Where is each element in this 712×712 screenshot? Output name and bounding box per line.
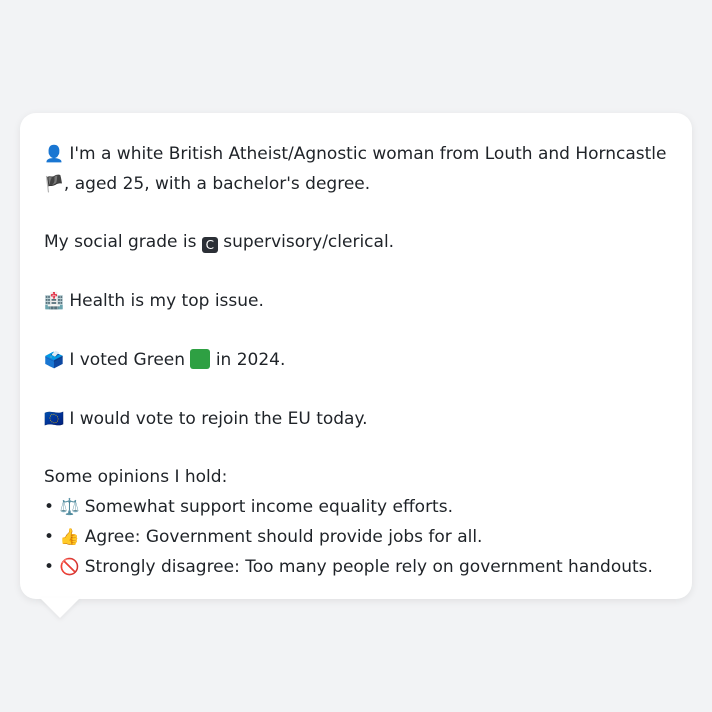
person-icon: 👤 <box>44 144 64 163</box>
hospital-icon: 🏥 <box>44 291 64 310</box>
opinion-text: Agree: Government should provide jobs fo… <box>79 527 483 547</box>
grade-prefix: My social grade is <box>44 232 202 252</box>
intro-line-2: 🏴, aged 25, with a bachelor's degree. <box>44 169 668 199</box>
eu-line: 🇪🇺 I would vote to rejoin the EU today. <box>44 404 668 434</box>
prohibited-icon: 🚫 <box>59 557 80 576</box>
opinion-item: • 👍 Agree: Government should provide job… <box>44 522 668 552</box>
top-issue-line: 🏥 Health is my top issue. <box>44 286 668 316</box>
vote-line: 🗳️ I voted Green in 2024. <box>44 345 668 375</box>
intro-line-1: 👤 I'm a white British Atheist/Agnostic w… <box>44 139 668 169</box>
intro-text-1: I'm a white British Atheist/Agnostic wom… <box>69 144 667 164</box>
vote-prefix: I voted Green <box>63 350 191 370</box>
green-square-icon <box>190 349 211 369</box>
balance-scale-icon: ⚖️ <box>59 497 80 516</box>
persona-message-bubble: 👤 I'm a white British Atheist/Agnostic w… <box>20 113 692 599</box>
thumbs-up-icon: 👍 <box>59 527 80 546</box>
eu-flag-icon: 🇪🇺 <box>44 409 64 428</box>
opinion-text: Strongly disagree: Too many people rely … <box>79 557 653 577</box>
bullet: • <box>44 527 55 547</box>
opinion-text: Somewhat support income equality efforts… <box>79 497 453 517</box>
top-issue-text: Health is my top issue. <box>63 291 264 311</box>
eu-text: I would vote to rejoin the EU today. <box>63 409 368 429</box>
grade-suffix: supervisory/clerical. <box>217 232 395 252</box>
opinions-heading: Some opinions I hold: <box>44 467 228 487</box>
england-flag-icon: 🏴 <box>44 174 64 193</box>
bullet: • <box>44 557 55 577</box>
vote-suffix: in 2024. <box>210 350 286 370</box>
grade-letter-icon: C <box>201 237 218 253</box>
ballot-box-icon: 🗳️ <box>44 350 64 369</box>
opinion-item: • 🚫 Strongly disagree: Too many people r… <box>44 552 668 582</box>
bubble-tail <box>40 598 80 618</box>
social-grade-line: My social grade is C supervisory/clerica… <box>44 228 668 257</box>
intro-text-2: , aged 25, with a bachelor's degree. <box>63 174 371 194</box>
bullet: • <box>44 497 55 517</box>
opinion-item: • ⚖️ Somewhat support income equality ef… <box>44 492 668 522</box>
